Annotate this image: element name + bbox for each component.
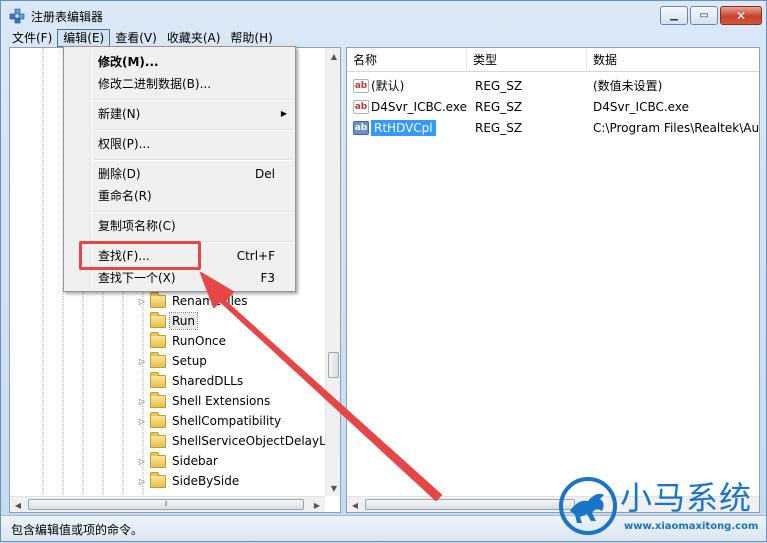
- site-watermark: 小马系统 www.xiaomaxitong.com: [556, 471, 767, 543]
- annotation-arrow: [200, 272, 442, 501]
- watermark-brand: 小马系统: [620, 479, 753, 517]
- horse-logo-icon: [559, 477, 617, 535]
- watermark-url: www.xiaomaxitong.com: [624, 521, 759, 532]
- status-text: 包含编辑值或项的命令。: [11, 523, 144, 537]
- registry-editor-window: 注册表编辑器 ▁ ▭ ✕ 文件(F) 编辑(E) 查看(V) 收藏夹(A) 帮助…: [0, 0, 767, 542]
